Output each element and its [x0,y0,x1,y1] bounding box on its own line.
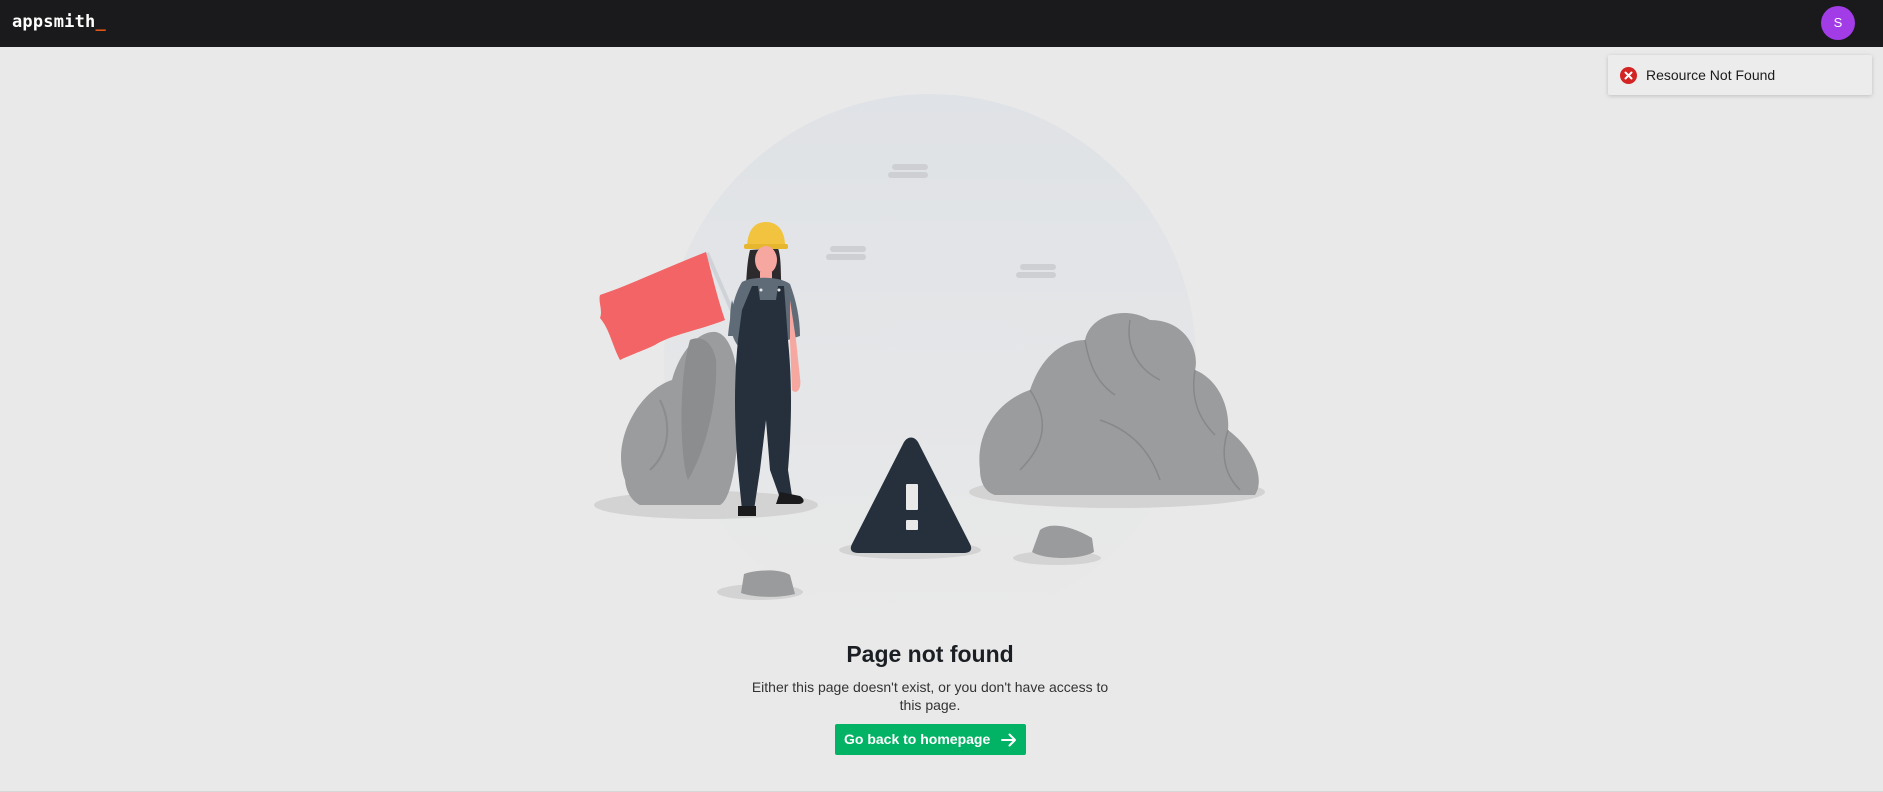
go-back-homepage-button[interactable]: Go back to homepage [835,724,1026,755]
home-button-label: Go back to homepage [844,731,991,747]
page-title: Page not found [846,641,1014,667]
arrow-right-icon [1001,733,1016,747]
small-rock-left [741,570,795,597]
construction-worker-404-illustration [594,94,1265,626]
page-description: Either this page doesn't exist, or you d… [751,679,1109,713]
